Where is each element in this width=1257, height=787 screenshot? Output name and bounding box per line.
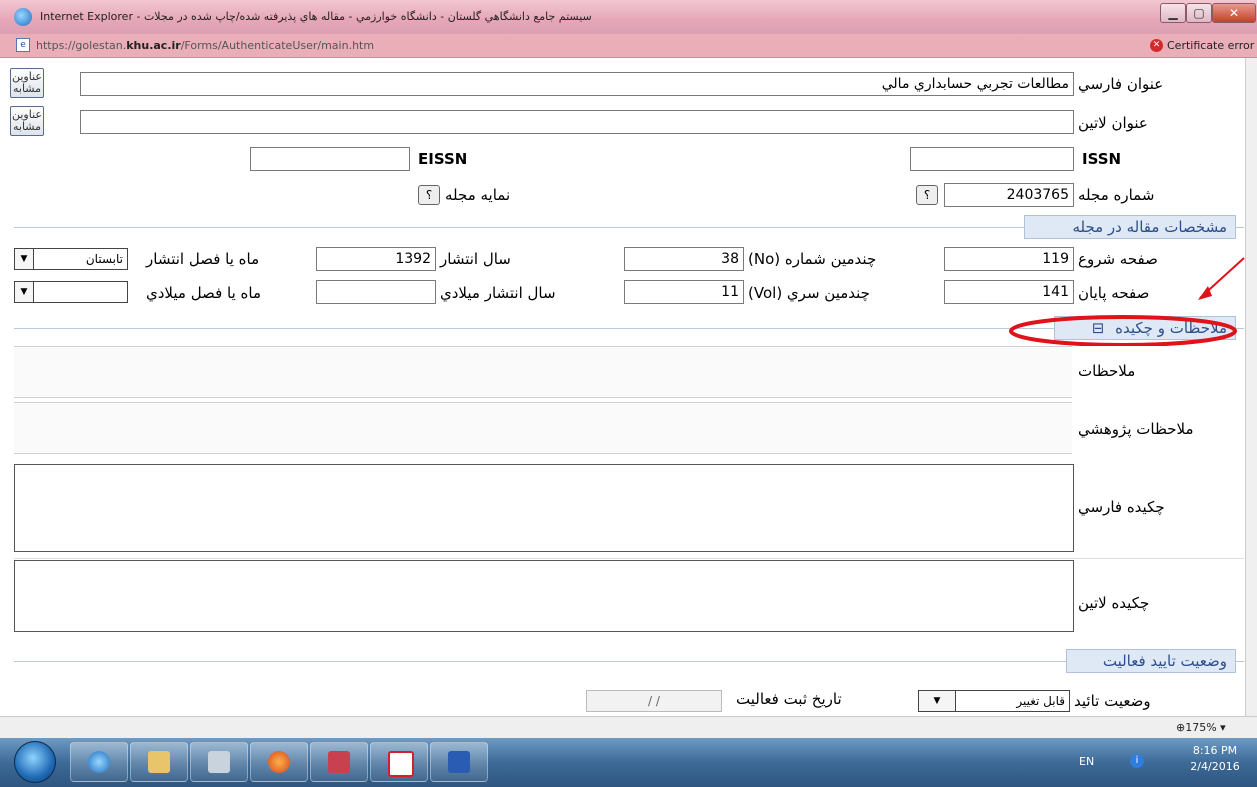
url-text[interactable]: https://golestan.khu.ac.ir/Forms/Authent… — [36, 39, 374, 52]
address-bar[interactable]: e https://golestan.khu.ac.ir/Forms/Authe… — [0, 34, 1257, 58]
internet-explorer-icon — [14, 8, 32, 26]
minimize-button[interactable]: ▁ — [1160, 3, 1186, 23]
approval-section-title: وضعيت تاييد فعاليت — [1066, 649, 1236, 673]
close-button[interactable]: ✕ — [1212, 3, 1256, 23]
similar-titles-latin-button[interactable]: عناوين مشابه — [10, 106, 44, 136]
form-content: عناوين مشابه مطالعات تجربي حسابداري مالي… — [0, 58, 1257, 716]
certificate-error-link[interactable]: Certificate error — [1167, 39, 1254, 52]
chevron-down-icon: ▼ — [15, 282, 34, 302]
journal-index-label: نمايه مجله — [445, 186, 511, 204]
taskbar-ie[interactable] — [70, 742, 128, 782]
issue-no-input[interactable]: 38 — [624, 247, 744, 271]
similar-titles-fa-button[interactable]: عناوين مشابه — [10, 68, 44, 98]
section-divider — [14, 328, 1054, 329]
register-date-input: / / — [586, 690, 722, 712]
firefox-icon — [268, 751, 290, 773]
volume-label: چندمين سري (Vol) — [748, 284, 870, 302]
approval-status-select[interactable]: ▼ قابل تغيير — [918, 690, 1070, 712]
taskbar-word[interactable] — [430, 742, 488, 782]
annotation-ellipse — [1009, 315, 1237, 346]
taskbar-explorer[interactable] — [130, 742, 188, 782]
notes-label: ملاحظات — [1078, 362, 1136, 380]
pub-year-label: سال انتشار — [440, 250, 511, 268]
zoom-control[interactable]: ⊕175% ▾ — [1176, 721, 1226, 734]
eissn-input[interactable] — [250, 147, 410, 171]
url-prefix: https://golestan. — [36, 39, 127, 52]
certificate-error-icon[interactable]: ✕ — [1150, 39, 1163, 52]
info-icon[interactable]: i — [1130, 754, 1144, 768]
taskbar: EN i 8:16 PM 2/4/2016 — [0, 738, 1257, 787]
section-divider — [1236, 227, 1244, 228]
issn-input[interactable] — [910, 147, 1074, 171]
maximize-button[interactable]: ▢ — [1186, 3, 1212, 23]
taskbar-calculator[interactable] — [190, 742, 248, 782]
section-divider — [14, 661, 1066, 662]
word-icon — [448, 751, 470, 773]
ie-icon — [88, 751, 110, 773]
clock-time[interactable]: 8:16 PM — [1185, 744, 1245, 757]
pub-season-value: تابستان — [85, 252, 123, 266]
window-title: سيستم جامع دانشگاهي گلستان - دانشگاه خوا… — [40, 10, 592, 23]
approval-status-value: قابل تغيير — [1016, 694, 1065, 708]
url-path: /Forms/AuthenticateUser/main.htm — [180, 39, 375, 52]
pub-season-label: ماه يا فصل انتشار — [146, 250, 260, 268]
abstract-latin-label: چكيده لاتين — [1078, 594, 1150, 612]
issn-label: ISSN — [1082, 150, 1122, 168]
taskbar-acrobat[interactable] — [370, 742, 428, 782]
folder-icon — [148, 751, 170, 773]
title-fa-input[interactable]: مطالعات تجربي حسابداري مالي — [80, 72, 1074, 96]
pub-year-input[interactable]: 1392 — [316, 247, 436, 271]
volume-input[interactable]: 11 — [624, 280, 744, 304]
abstract-fa-label: چكيده فارسي — [1078, 498, 1165, 516]
chevron-down-icon: ▼ — [919, 691, 956, 711]
abstract-fa-textarea[interactable] — [14, 464, 1074, 552]
title-fa-label: عنوان فارسي — [1078, 75, 1164, 93]
title-latin-label: عنوان لاتين — [1078, 114, 1148, 132]
section-divider — [14, 227, 1024, 228]
start-button[interactable] — [14, 741, 56, 783]
lookup-btn-line2: مشابه — [12, 120, 41, 133]
page-icon: e — [16, 38, 30, 52]
chevron-down-icon: ▼ — [15, 249, 34, 269]
research-notes-textarea — [14, 402, 1072, 454]
taskbar-app[interactable] — [310, 742, 368, 782]
acrobat-icon — [388, 751, 414, 777]
journal-index-help-button[interactable]: ؟ — [418, 185, 440, 205]
notes-textarea — [14, 346, 1072, 398]
pub-season-g-label: ماه يا فصل ميلادي — [146, 284, 261, 302]
pub-year-g-label: سال انتشار ميلادي — [440, 284, 556, 302]
abstract-latin-textarea[interactable] — [14, 560, 1074, 632]
register-date-label: تاريخ ثبت فعاليت — [736, 690, 842, 708]
title-latin-input[interactable] — [80, 110, 1074, 134]
pub-year-g-input[interactable] — [316, 280, 436, 304]
language-indicator[interactable]: EN — [1079, 755, 1094, 768]
journal-no-label: شماره مجله — [1078, 186, 1155, 204]
journal-no-help-button[interactable]: ؟ — [916, 185, 938, 205]
vertical-scrollbar[interactable] — [1245, 58, 1257, 716]
section-divider — [1236, 661, 1244, 662]
app-icon — [328, 751, 350, 773]
journal-no-input[interactable]: 2403765 — [944, 183, 1074, 207]
lookup-btn-line2: مشابه — [12, 82, 41, 95]
pub-season-select[interactable]: ▼ تابستان — [14, 248, 128, 270]
clock-date[interactable]: 2/4/2016 — [1185, 760, 1245, 773]
article-section-title: مشخصات مقاله در مجله — [1024, 215, 1236, 239]
annotation-overlay — [1009, 257, 1245, 346]
zoom-level: 175% — [1185, 721, 1217, 734]
pub-season-g-select[interactable]: ▼ — [14, 281, 128, 303]
window-titlebar[interactable]: سيستم جامع دانشگاهي گلستان - دانشگاه خوا… — [0, 0, 1257, 34]
status-bar: ⊕175% ▾ — [0, 716, 1257, 738]
taskbar-firefox[interactable] — [250, 742, 308, 782]
url-domain: khu.ac.ir — [126, 39, 181, 52]
eissn-label: EISSN — [418, 150, 468, 168]
research-notes-label: ملاحظات پژوهشي — [1078, 420, 1194, 438]
approval-status-label: وضعيت تائيد — [1074, 692, 1151, 710]
calculator-icon — [208, 751, 230, 773]
divider — [14, 558, 1244, 559]
issue-no-label: چندمين شماره (No) — [748, 250, 877, 268]
